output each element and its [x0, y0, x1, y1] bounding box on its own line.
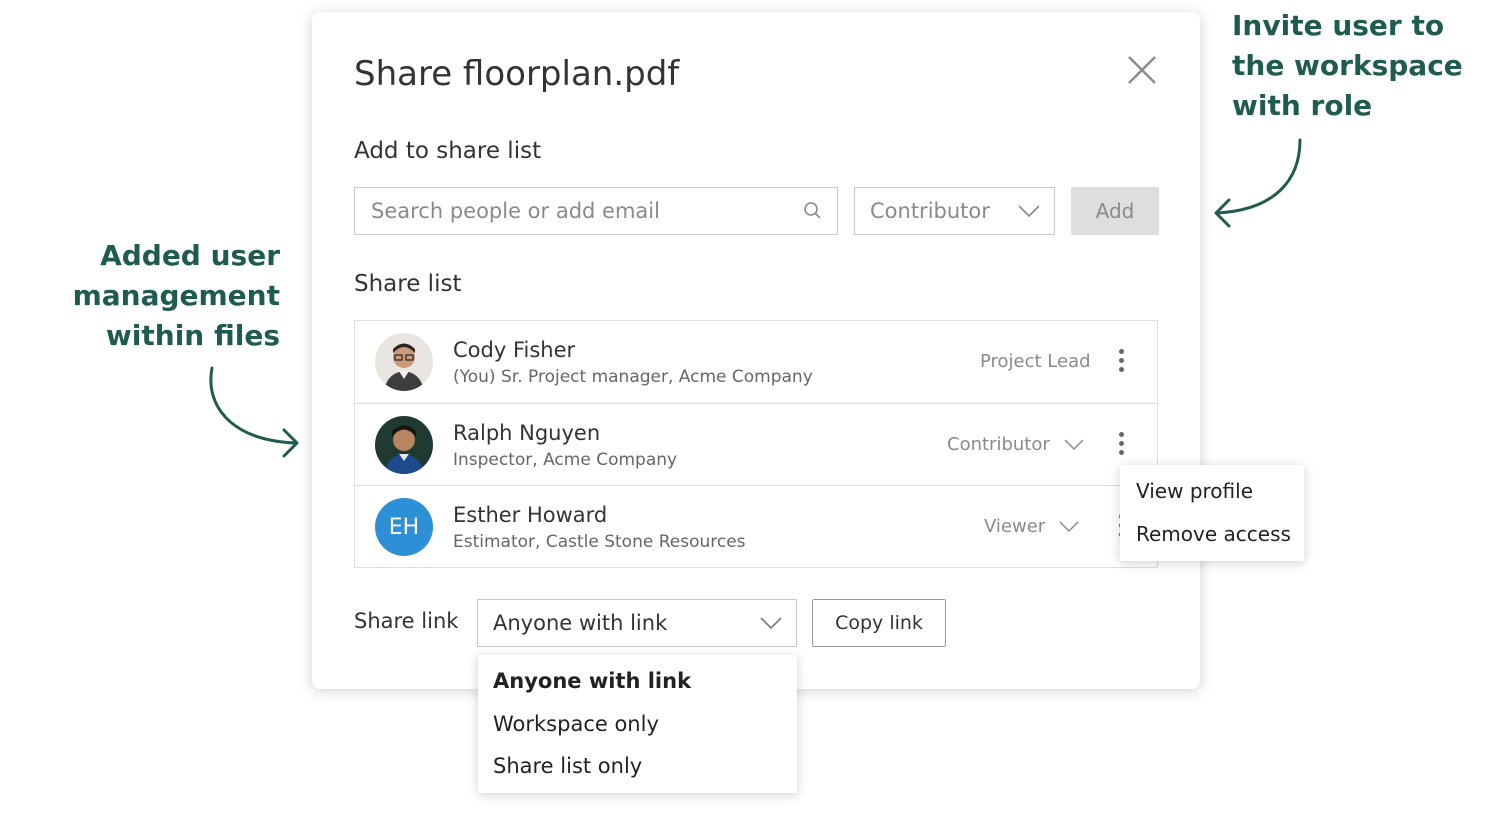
user-role-select[interactable]: Viewer	[984, 516, 1079, 537]
menu-item-view-profile[interactable]: View profile	[1136, 479, 1253, 503]
search-field[interactable]	[354, 187, 838, 235]
share-link-dropdown: Anyone with link Workspace only Share li…	[478, 655, 797, 793]
copy-link-button[interactable]: Copy link	[812, 599, 946, 647]
avatar	[375, 333, 433, 391]
arrow-right-icon	[1214, 138, 1302, 228]
add-button[interactable]: Add	[1071, 187, 1159, 235]
user-role-select[interactable]: Contributor	[947, 434, 1084, 455]
menu-item-remove-access[interactable]: Remove access	[1136, 522, 1291, 546]
share-list-label: Share list	[354, 271, 462, 297]
share-list-row: Cody Fisher (You) Sr. Project manager, A…	[355, 321, 1157, 403]
add-section-label: Add to share list	[354, 138, 542, 164]
dialog-title: Share floorplan.pdf	[354, 54, 680, 94]
chevron-down-icon	[760, 617, 782, 630]
share-link-value: Anyone with link	[493, 611, 668, 635]
close-icon[interactable]	[1124, 52, 1160, 88]
share-link-label: Share link	[354, 609, 459, 633]
dropdown-option-share-list[interactable]: Share list only	[493, 754, 642, 778]
annotation-right-line-3: with role	[1232, 89, 1373, 122]
avatar	[375, 416, 433, 474]
share-list: Cody Fisher (You) Sr. Project manager, A…	[354, 320, 1158, 568]
role-select[interactable]: Contributor	[854, 187, 1055, 235]
annotation-left-line-3: within files	[105, 319, 280, 352]
annotation-left-line-2: management	[72, 279, 280, 312]
annotation-right: Invite user to the workspace with role	[1232, 6, 1502, 126]
share-link-select[interactable]: Anyone with link	[477, 599, 797, 647]
user-role: Project Lead	[980, 351, 1091, 372]
user-name: Ralph Nguyen	[453, 421, 601, 445]
annotation-right-line-2: the workspace	[1232, 49, 1463, 82]
user-name: Cody Fisher	[453, 338, 576, 362]
annotation-left-line-1: Added user	[100, 239, 280, 272]
user-name: Esther Howard	[453, 503, 608, 527]
user-subtitle: (You) Sr. Project manager, Acme Company	[453, 367, 813, 387]
user-subtitle: Estimator, Castle Stone Resources	[453, 532, 746, 552]
share-list-row: Ralph Nguyen Inspector, Acme Company Con…	[355, 403, 1157, 486]
annotation-right-line-1: Invite user to	[1232, 9, 1445, 42]
chevron-down-icon	[1059, 521, 1079, 533]
search-icon	[804, 202, 821, 219]
chevron-down-icon	[1018, 205, 1040, 218]
annotation-left: Added user management within files	[60, 236, 280, 356]
share-list-row: EH Esther Howard Estimator, Castle Stone…	[355, 485, 1157, 568]
share-dialog: Share floorplan.pdf Add to share list Co…	[312, 12, 1200, 689]
user-context-menu: View profile Remove access	[1120, 465, 1304, 561]
more-options-icon[interactable]	[1111, 349, 1131, 375]
user-role: Viewer	[984, 516, 1046, 537]
role-select-value: Contributor	[870, 199, 990, 223]
search-input[interactable]	[369, 188, 793, 234]
user-role: Contributor	[947, 434, 1050, 455]
more-options-icon[interactable]	[1111, 432, 1131, 458]
user-subtitle: Inspector, Acme Company	[453, 450, 678, 470]
dropdown-option-workspace[interactable]: Workspace only	[493, 712, 659, 736]
arrow-left-icon	[209, 366, 299, 458]
avatar: EH	[375, 498, 433, 556]
dropdown-option-anyone[interactable]: Anyone with link	[493, 669, 691, 693]
chevron-down-icon	[1063, 439, 1084, 451]
